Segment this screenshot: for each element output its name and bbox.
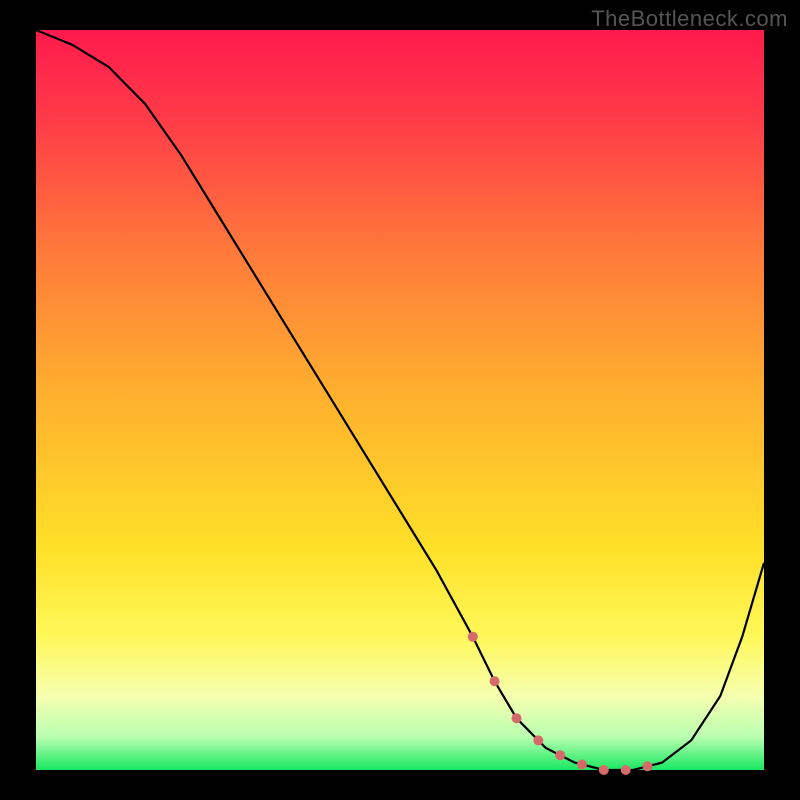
trough-dot — [468, 632, 478, 642]
trough-dot — [490, 676, 500, 686]
gradient-plot-area — [36, 30, 764, 770]
trough-dot — [599, 765, 609, 775]
trough-dot — [621, 765, 631, 775]
trough-dot — [512, 713, 522, 723]
trough-dot — [643, 761, 653, 771]
watermark-text: TheBottleneck.com — [591, 6, 788, 32]
chart-svg — [0, 0, 800, 800]
chart-frame: TheBottleneck.com — [0, 0, 800, 800]
trough-dot — [577, 760, 587, 770]
trough-dot — [555, 750, 565, 760]
trough-dot — [533, 735, 543, 745]
